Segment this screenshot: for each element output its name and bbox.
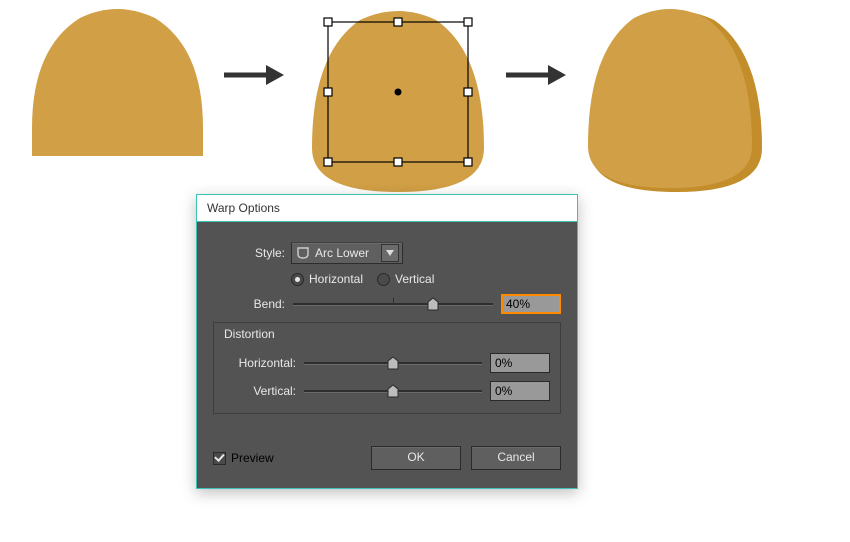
arrow-icon [504, 62, 568, 88]
orientation-vertical-label: Vertical [395, 272, 434, 286]
ok-button[interactable]: OK [371, 446, 461, 470]
radio-dot-icon [377, 273, 390, 286]
distortion-v-label: Vertical: [224, 384, 302, 398]
distortion-h-value-input[interactable]: 0% [490, 353, 550, 373]
orientation-vertical-radio[interactable]: Vertical [377, 272, 434, 286]
style-dropdown[interactable]: Arc Lower [291, 242, 403, 264]
orientation-horizontal-label: Horizontal [309, 272, 363, 286]
distortion-v-slider[interactable] [304, 382, 482, 400]
arrow-icon [222, 62, 286, 88]
warp-options-dialog: Warp Options Style: Arc Lower Horizo [196, 194, 578, 489]
shape-after [584, 8, 768, 198]
distortion-v-value-input[interactable]: 0% [490, 381, 550, 401]
preview-checkbox[interactable]: Preview [213, 451, 274, 465]
radio-dot-icon [291, 273, 304, 286]
distortion-h-label: Horizontal: [224, 356, 302, 370]
bend-value-input[interactable]: 40% [501, 294, 561, 314]
style-value: Arc Lower [315, 246, 377, 260]
arc-lower-icon [296, 246, 310, 260]
preview-label: Preview [231, 451, 274, 465]
dialog-title: Warp Options [197, 195, 577, 222]
distortion-legend: Distortion [220, 327, 279, 341]
checkmark-icon [213, 452, 226, 465]
orientation-horizontal-radio[interactable]: Horizontal [291, 272, 363, 286]
shape-warped-selected[interactable] [308, 8, 488, 198]
shape-before [30, 8, 205, 158]
canvas-stage [0, 0, 850, 200]
distortion-h-slider[interactable] [304, 354, 482, 372]
chevron-down-icon[interactable] [381, 244, 399, 262]
cancel-button[interactable]: Cancel [471, 446, 561, 470]
style-label: Style: [213, 246, 291, 260]
distortion-group: Distortion Horizontal: 0% Vertical: [213, 322, 561, 414]
bend-slider[interactable] [293, 295, 493, 313]
bend-label: Bend: [213, 297, 291, 311]
